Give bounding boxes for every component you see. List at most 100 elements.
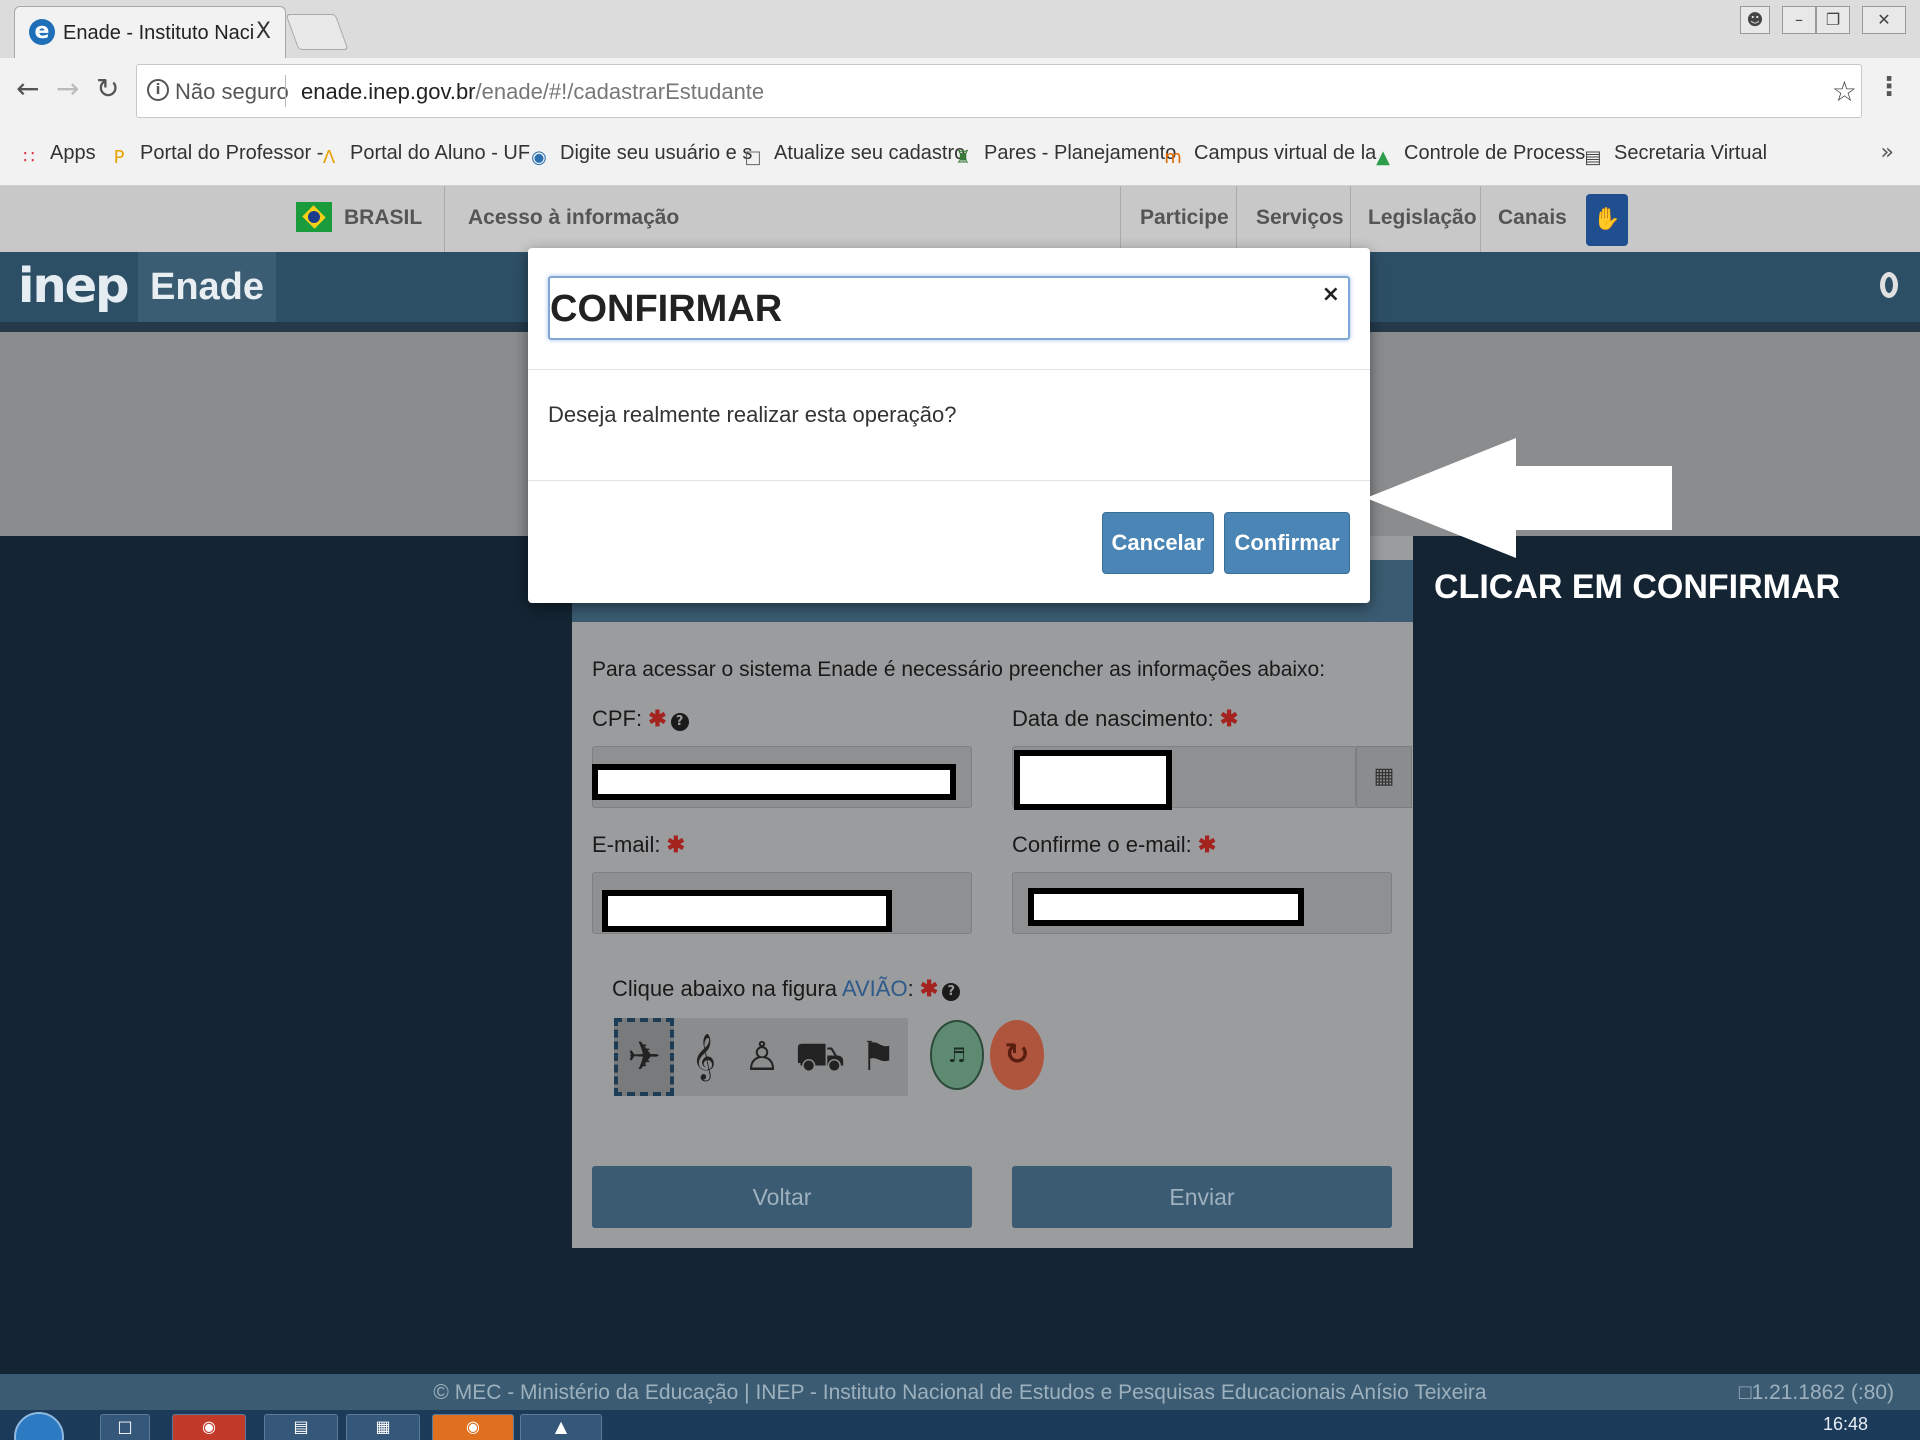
globe-icon: ◉	[531, 147, 547, 168]
paint-taskbar-icon[interactable]: ▲	[520, 1414, 602, 1440]
confirm-email-label: Confirme o e-mail: ✱	[1012, 832, 1216, 858]
security-status[interactable]: Não seguro	[175, 79, 289, 105]
url-domain: enade.inep.gov.br	[301, 79, 476, 104]
label-text: E-mail:	[592, 832, 661, 857]
bookmark-atualize-cadastro[interactable]: □ Atualize seu cadastro	[742, 142, 965, 169]
tab-close-icon[interactable]: X	[256, 19, 271, 44]
help-question-icon[interactable]: ?	[942, 983, 961, 1001]
bookmark-label: Digite seu usuário e s	[560, 142, 753, 164]
url-path: /enade/#!/cadastrarEstudante	[475, 79, 765, 104]
url-text[interactable]: enade.inep.gov.br/enade/#!/cadastrarEstu…	[301, 79, 764, 105]
robot-icon[interactable]: ♙	[732, 1018, 792, 1096]
bookmark-label: Pares - Planejamento	[984, 142, 1177, 164]
airplane-icon[interactable]: ✈	[614, 1018, 674, 1096]
bookmark-label: Atualize seu cadastro	[774, 142, 966, 164]
birth-date-redaction	[1014, 750, 1172, 810]
required-icon: ✱	[666, 832, 686, 857]
forward-arrow-icon[interactable]: →	[56, 72, 79, 105]
gov-divider	[1350, 186, 1351, 252]
label-text: Data de nascimento:	[1012, 706, 1214, 731]
page-footer: © MEC - Ministério da Educação | INEP - …	[0, 1374, 1920, 1410]
bookmark-star-icon[interactable]: ☆	[1832, 75, 1857, 108]
refresh-captcha-icon[interactable]: ↻	[990, 1020, 1044, 1090]
minimize-icon[interactable]: –	[1782, 6, 1816, 34]
brasil-link[interactable]: BRASIL	[344, 206, 422, 230]
bookmark-apps[interactable]: ∷ Apps	[18, 142, 95, 169]
dialog-close-icon[interactable]: ×	[1322, 282, 1340, 307]
chrome-taskbar-icon[interactable]: ◉	[172, 1414, 246, 1440]
back-arrow-icon[interactable]: ←	[16, 72, 39, 105]
reload-icon[interactable]: ↻	[96, 72, 119, 105]
gov-divider	[444, 186, 445, 252]
legislacao-link[interactable]: Legislação	[1368, 206, 1477, 230]
confirm-button[interactable]: Confirmar	[1224, 512, 1350, 574]
secretaria-icon: ▤	[1584, 147, 1602, 168]
acesso-informacao-link[interactable]: Acesso à informação	[468, 206, 679, 230]
user-profile-icon[interactable]: ☻	[1740, 6, 1770, 34]
cpf-label: CPF: ✱?	[592, 706, 689, 732]
bookmark-digite-usuario[interactable]: ◉ Digite seu usuário e s	[528, 142, 752, 169]
bookmark-secretaria-virtual[interactable]: ▤ Secretaria Virtual	[1582, 142, 1767, 169]
confirm-email-redaction	[1028, 888, 1304, 926]
bookmark-campus-virtual[interactable]: m Campus virtual de la	[1162, 142, 1376, 169]
info-toggle-icon[interactable]	[1880, 272, 1898, 298]
monitor-icon: □	[1738, 1381, 1752, 1404]
bookmark-label: Controle de Process	[1404, 142, 1586, 164]
portal-aluno-icon: Λ	[322, 147, 336, 168]
gov-divider	[1120, 186, 1121, 252]
help-question-icon[interactable]: ?	[670, 713, 689, 731]
window-close-icon[interactable]: ✕	[1862, 6, 1906, 34]
portal-professor-icon: P	[113, 147, 125, 168]
required-icon: ✱	[648, 706, 667, 731]
bookmark-portal-professor[interactable]: P Portal do Professor -	[108, 142, 324, 169]
enade-app-title[interactable]: Enade	[138, 252, 276, 322]
taskbar-app-icon[interactable]: □	[100, 1414, 150, 1440]
document-icon: □	[744, 147, 762, 168]
participe-link[interactable]: Participe	[1140, 206, 1229, 230]
gov-divider	[1480, 186, 1481, 252]
gov-divider	[1236, 186, 1237, 252]
new-tab-button[interactable]	[285, 14, 349, 50]
required-icon: ✱	[1219, 706, 1239, 731]
tshirt-icon[interactable]: ⛟	[790, 1018, 850, 1096]
bookmarks-bar: ∷ Apps P Portal do Professor - Λ Portal do …	[0, 126, 1920, 186]
inep-logo[interactable]: inep	[18, 258, 130, 314]
flag-icon[interactable]: ⚑	[848, 1018, 908, 1096]
windows-start-icon[interactable]	[14, 1412, 64, 1440]
cancel-button[interactable]: Cancelar	[1102, 512, 1214, 574]
info-icon[interactable]: i	[147, 79, 169, 101]
office-taskbar-icon[interactable]: ◉	[432, 1414, 514, 1440]
drive-icon: ▲	[1376, 147, 1390, 168]
send-button[interactable]: Enviar	[1012, 1166, 1392, 1228]
browser-menu-icon[interactable]: ⋮	[1876, 72, 1902, 102]
required-icon: ✱	[1197, 832, 1217, 857]
pares-icon: ♜	[954, 147, 972, 168]
audio-captcha-icon[interactable]: ♬	[930, 1020, 984, 1090]
taskbar-clock: 16:48	[1822, 1414, 1868, 1434]
browser-tab[interactable]: e Enade - Instituto Naciona X	[14, 6, 286, 58]
more-bookmarks-icon[interactable]: »	[1881, 140, 1894, 165]
bookmark-label: Campus virtual de la	[1194, 142, 1377, 164]
dialog-header: CONFIRMAR ×	[528, 248, 1370, 370]
tab-title: Enade - Instituto Naciona	[63, 22, 253, 44]
brazil-flag-icon	[296, 202, 332, 232]
libras-accessibility-icon[interactable]: ✋	[1586, 194, 1628, 246]
bookmark-portal-aluno[interactable]: Λ Portal do Aluno - UF	[318, 142, 530, 169]
label-text: CPF:	[592, 706, 643, 731]
explorer-taskbar-icon[interactable]: ▦	[346, 1414, 420, 1440]
pointer-arrow-icon	[1366, 438, 1672, 558]
back-button[interactable]: Voltar	[592, 1166, 972, 1228]
browser-tab-strip: e Enade - Instituto Naciona X ☻ – ❐ ✕	[0, 0, 1920, 58]
bookmark-controle-processo[interactable]: ▲ Controle de Process	[1372, 142, 1585, 169]
treble-clef-icon[interactable]: 𝄞	[674, 1018, 734, 1096]
canais-link[interactable]: Canais	[1498, 206, 1567, 230]
document-taskbar-icon[interactable]: ▤	[264, 1414, 338, 1440]
servicos-link[interactable]: Serviços	[1256, 206, 1344, 230]
dialog-title-box: CONFIRMAR ×	[548, 276, 1350, 340]
bookmark-pares[interactable]: ♜ Pares - Planejamento	[952, 142, 1176, 169]
omnibox[interactable]: i Não seguro enade.inep.gov.br/enade/#!/…	[136, 64, 1862, 118]
restore-icon[interactable]: ❐	[1816, 6, 1850, 34]
bookmark-label: Portal do Professor -	[140, 142, 324, 164]
footer-copyright: © MEC - Ministério da Educação | INEP - …	[433, 1381, 1487, 1404]
calendar-icon[interactable]: ▦	[1356, 746, 1412, 808]
